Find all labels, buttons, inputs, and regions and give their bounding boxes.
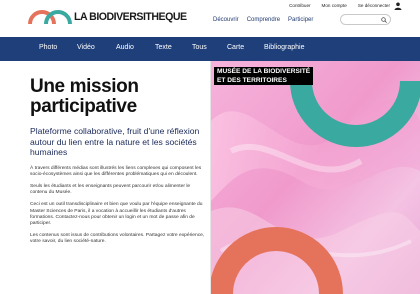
tab-video[interactable]: Vidéo (77, 44, 95, 51)
category-bar: Photo Vidéo Audio Texte Tous Carte Bibli… (0, 37, 420, 61)
mission-section: Une mission participative Plateforme col… (30, 77, 206, 246)
museum-label-line-2: ET DES TERRITOIRES (217, 77, 287, 84)
search-box (340, 14, 391, 25)
abstract-artwork-image (211, 61, 420, 294)
title-line-1: Une mission (30, 76, 139, 97)
site-logo[interactable]: LA BIODIVERSITHEQUE (28, 8, 187, 26)
paragraph-3: Ceci est un outil transdisciplinaire et … (30, 202, 203, 226)
top-links: Contribuer Mon compte Se déconnecter (278, 3, 390, 8)
paragraph-2: Seuls les étudiants et les enseignants p… (30, 183, 191, 196)
nav-decouvrir[interactable]: Découvrir (213, 17, 239, 23)
page-title: Une mission participative (30, 77, 206, 117)
nav-comprendre[interactable]: Comprendre (247, 17, 280, 23)
nav-participer[interactable]: Participer (288, 17, 313, 23)
title-line-2: participative (30, 96, 137, 117)
account-link[interactable]: Mon compte (322, 3, 347, 8)
main-nav: Découvrir Comprendre Participer (213, 17, 321, 23)
tab-audio[interactable]: Audio (116, 44, 134, 51)
tab-texte[interactable]: Texte (155, 44, 172, 51)
rainbow-arcs-logo-icon (28, 10, 72, 25)
museum-label: MUSÉE DE LA BIODIVERSITÉ ET DES TERRITOI… (214, 67, 314, 85)
paragraph-4: Les contenus sont issus de contributions… (30, 233, 205, 245)
tab-carte[interactable]: Carte (227, 44, 244, 51)
tab-tous[interactable]: Tous (192, 44, 207, 51)
tab-bibliographie[interactable]: Bibliographie (264, 44, 304, 51)
museum-image-panel: MUSÉE DE LA BIODIVERSITÉ ET DES TERRITOI… (211, 61, 420, 294)
museum-label-line-1: MUSÉE DE LA BIODIVERSITÉ (217, 68, 311, 75)
logout-link[interactable]: Se déconnecter (358, 3, 390, 8)
brand-name: LA BIODIVERSITHEQUE (74, 11, 187, 23)
user-icon[interactable] (394, 2, 402, 10)
paragraph-1: À travers différents médias sont illustr… (30, 165, 202, 177)
tab-photo[interactable]: Photo (39, 44, 57, 51)
contribute-link[interactable]: Contribuer (289, 3, 310, 8)
search-icon[interactable] (381, 17, 387, 23)
site-header: LA BIODIVERSITHEQUE Contribuer Mon compt… (0, 0, 420, 37)
search-input[interactable] (345, 16, 381, 23)
page-subtitle: Plateforme collaborative, fruit d'une ré… (30, 126, 200, 157)
